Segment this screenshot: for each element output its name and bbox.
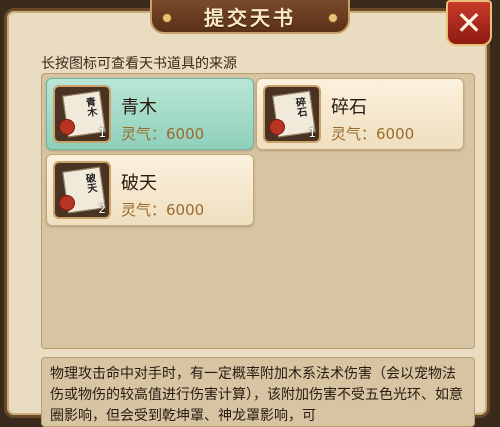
book-glyph: 碎石: [292, 96, 307, 118]
item-value: 灵气：6000: [121, 201, 205, 219]
item-grid: 青木 1 青木 灵气：6000 碎石 1 碎石 灵气：6000 破天 2 破天 …: [41, 73, 475, 349]
close-icon: ✕: [455, 4, 483, 42]
item-count: 1: [308, 126, 316, 140]
book-glyph: 破天: [82, 172, 97, 194]
book-icon[interactable]: 破天 2: [53, 161, 111, 219]
item-description: 物理攻击命中对手时，有一定概率附加木系法术伤害（会以宠物法伤或物伤的较高值进行伤…: [41, 357, 475, 427]
book-icon[interactable]: 青木 1: [53, 85, 111, 143]
hint-text: 长按图标可查看天书道具的来源: [41, 56, 237, 72]
item-card-suishi[interactable]: 碎石 1 碎石 灵气：6000: [256, 78, 464, 150]
item-count: 1: [98, 126, 106, 140]
item-name: 破天: [121, 173, 157, 194]
item-value: 灵气：6000: [331, 125, 415, 143]
item-card-potian[interactable]: 破天 2 破天 灵气：6000: [46, 154, 254, 226]
book-glyph: 青木: [82, 96, 97, 118]
seal-icon: [59, 119, 75, 135]
seal-icon: [269, 119, 285, 135]
close-button[interactable]: ✕: [446, 0, 492, 46]
dialog-title: 提交天书: [204, 5, 296, 30]
item-card-qingmu[interactable]: 青木 1 青木 灵气：6000: [46, 78, 254, 150]
item-value: 灵气：6000: [121, 125, 205, 143]
seal-icon: [59, 195, 75, 211]
ornament-dot: [328, 13, 338, 23]
item-name: 青木: [121, 97, 157, 118]
item-name: 碎石: [331, 97, 367, 118]
item-count: 2: [98, 202, 106, 216]
ornament-dot: [162, 13, 172, 23]
book-icon[interactable]: 碎石 1: [263, 85, 321, 143]
dialog-title-banner: 提交天书: [150, 0, 350, 34]
submit-book-dialog: 长按图标可查看天书道具的来源 青木 1 青木 灵气：6000 碎石 1 碎石 灵…: [4, 8, 490, 427]
